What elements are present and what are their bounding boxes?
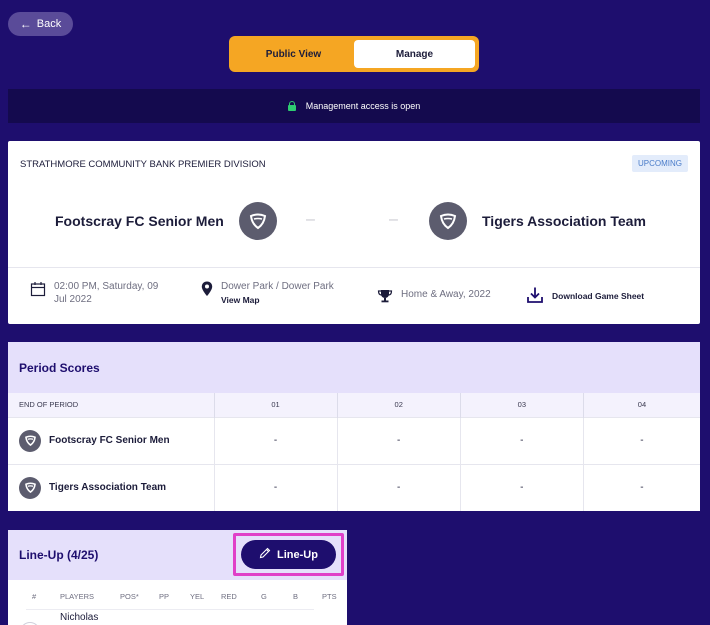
period-score: - bbox=[214, 416, 338, 464]
away-team-name[interactable]: Tigers Association Team bbox=[482, 213, 646, 229]
team-name: Footscray FC Senior Men bbox=[49, 435, 170, 446]
team-logo-icon bbox=[19, 476, 41, 499]
period-score: - bbox=[583, 416, 700, 464]
column-header: G bbox=[261, 592, 267, 601]
column-header: PTS bbox=[322, 592, 337, 601]
lineup-title: Line-Up (4/25) bbox=[19, 548, 99, 562]
column-header: END OF PERIOD bbox=[8, 393, 215, 417]
match-card: STRATHMORE COMMUNITY BANK PREMIER DIVISI… bbox=[8, 141, 700, 324]
view-map-link[interactable]: View Map bbox=[221, 295, 334, 305]
column-header: YEL bbox=[190, 592, 205, 601]
competition-name: Home & Away, 2022 bbox=[401, 289, 491, 300]
column-header: PP bbox=[159, 592, 170, 601]
column-header: POS* bbox=[120, 592, 139, 601]
home-score: – bbox=[306, 211, 315, 228]
card-divider bbox=[8, 267, 700, 268]
period-score: - bbox=[583, 463, 700, 511]
download-icon bbox=[526, 286, 544, 306]
period-scores-table: END OF PERIOD 01 02 03 04 Footscray FC S… bbox=[8, 393, 700, 511]
away-team-logo-icon[interactable] bbox=[429, 202, 467, 240]
team-name: Tigers Association Team bbox=[49, 482, 167, 494]
column-header: 03 bbox=[460, 393, 584, 417]
column-header: 04 bbox=[583, 393, 700, 417]
edit-lineup-button[interactable]: Line-Up bbox=[241, 540, 336, 569]
map-pin-icon bbox=[201, 281, 213, 300]
venue-name: Dower Park / Dower Park bbox=[221, 281, 334, 292]
download-game-sheet-button[interactable]: Download Game Sheet bbox=[526, 286, 644, 306]
lineup-card: Line-Up (4/25) Line-Up # PLAYERS POS* PP… bbox=[8, 530, 347, 625]
calendar-icon bbox=[30, 281, 46, 300]
row-divider bbox=[26, 609, 314, 610]
competition-info: Home & Away, 2022 bbox=[377, 289, 491, 306]
period-score: - bbox=[460, 416, 584, 464]
arrow-left-icon: ← bbox=[19, 17, 32, 31]
home-team-name[interactable]: Footscray FC Senior Men bbox=[55, 213, 224, 229]
view-toggle: Public View Manage bbox=[229, 36, 479, 72]
date-line-1: 02:00 PM, Saturday, 09 bbox=[54, 281, 159, 292]
access-banner: Management access is open bbox=[8, 89, 700, 123]
column-header: PLAYERS bbox=[60, 592, 95, 601]
public-view-tab[interactable]: Public View bbox=[233, 40, 354, 68]
period-score: - bbox=[337, 463, 461, 511]
home-team-logo-icon[interactable] bbox=[239, 202, 277, 240]
period-score: - bbox=[460, 463, 584, 511]
pencil-icon bbox=[259, 547, 271, 562]
period-scores-card: Period Scores END OF PERIOD 01 02 03 04 … bbox=[8, 342, 700, 511]
period-score: - bbox=[337, 416, 461, 464]
date-line-2: Jul 2022 bbox=[54, 294, 92, 305]
lineup-header: Line-Up (4/25) Line-Up bbox=[8, 530, 347, 580]
column-header: 02 bbox=[337, 393, 461, 417]
back-label: Back bbox=[36, 18, 62, 30]
back-button[interactable]: ← Back bbox=[8, 12, 73, 36]
period-scores-title: Period Scores bbox=[8, 342, 700, 393]
period-score: - bbox=[214, 463, 338, 511]
lock-icon bbox=[287, 101, 296, 111]
column-header: RED bbox=[221, 592, 237, 601]
manage-tab[interactable]: Manage bbox=[354, 40, 475, 68]
division-title: STRATHMORE COMMUNITY BANK PREMIER DIVISI… bbox=[20, 159, 266, 170]
match-date: 02:00 PM, Saturday, 09 Jul 2022 bbox=[30, 281, 180, 305]
lineup-button-label: Line-Up bbox=[277, 548, 318, 561]
player-name[interactable]: Nicholas bbox=[60, 612, 98, 623]
access-message: Management access is open bbox=[305, 101, 421, 111]
column-header: B bbox=[293, 592, 299, 601]
column-header: # bbox=[32, 592, 37, 601]
trophy-icon bbox=[377, 289, 393, 306]
table-row: Footscray FC Senior Men - - - - bbox=[8, 416, 700, 464]
table-row: Tigers Association Team - - - - bbox=[8, 463, 700, 511]
status-badge: UPCOMING bbox=[632, 155, 688, 172]
team-logo-icon bbox=[19, 429, 41, 452]
match-venue: Dower Park / Dower Park View Map bbox=[201, 281, 334, 305]
download-label: Download Game Sheet bbox=[552, 291, 645, 301]
column-header: 01 bbox=[214, 393, 338, 417]
away-score: – bbox=[389, 211, 398, 228]
